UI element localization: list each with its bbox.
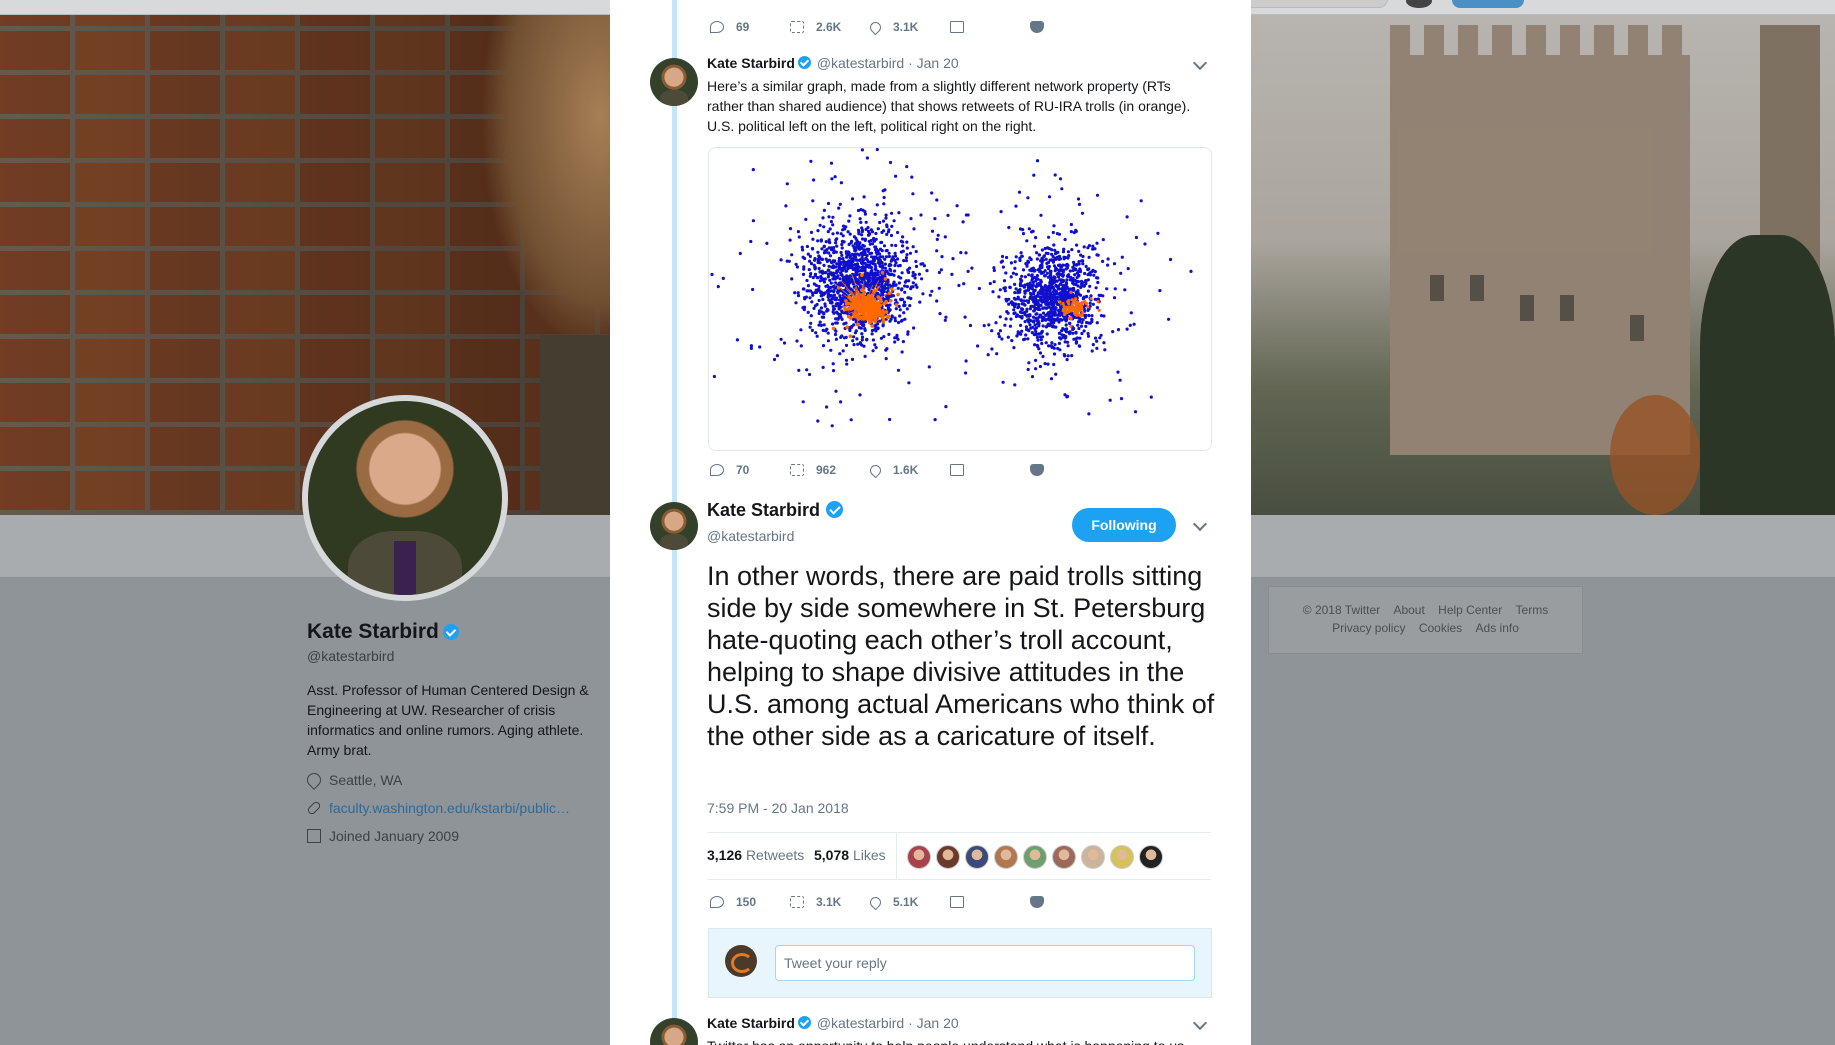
nav-avatar[interactable] <box>1406 0 1432 8</box>
dm-button[interactable] <box>950 464 1030 476</box>
network-graph-image <box>710 148 1193 428</box>
following-button[interactable]: Following <box>1072 508 1176 542</box>
liker-avatar[interactable] <box>1139 845 1163 869</box>
footer-ads-link[interactable]: Ads info <box>1476 621 1519 635</box>
retweet-icon <box>790 896 804 908</box>
tweet-stats: 3,126 Retweets 5,078 Likes <box>707 832 1211 880</box>
verified-icon <box>826 501 844 518</box>
search-box[interactable] <box>1230 0 1388 8</box>
tweet-text: Here’s a similar graph, made from a slig… <box>707 78 1191 134</box>
caret-icon[interactable] <box>1192 1015 1208 1031</box>
tweet-author-handle[interactable]: @katestarbird <box>817 55 904 71</box>
like-button[interactable]: 5.1K <box>867 894 950 910</box>
footer-links: © 2018 Twitter About Help Center Terms P… <box>1268 586 1583 654</box>
main-tweet-timestamp[interactable]: 7:59 PM - 20 Jan 2018 <box>707 800 849 816</box>
liker-avatars <box>907 845 1168 869</box>
caret-icon[interactable] <box>1192 516 1208 532</box>
retweet-button[interactable]: 962 <box>790 463 870 477</box>
like-icon <box>867 894 884 910</box>
footer-privacy-link[interactable]: Privacy policy <box>1332 621 1405 635</box>
tweet-header: Kate Starbird @katestarbird · Jan 20 <box>707 1015 959 1031</box>
reply-icon <box>710 21 724 33</box>
tweet-text: Twitter has an opportunity to help peopl… <box>707 1036 1207 1045</box>
tweet-actions: 70 962 1.6K <box>710 462 1110 478</box>
dm-icon <box>950 896 964 908</box>
pocket-icon <box>1030 21 1044 33</box>
reply-button[interactable]: 69 <box>710 20 790 34</box>
retweet-button[interactable]: 2.6K <box>790 20 870 34</box>
retweet-button[interactable]: 3.1K <box>790 895 870 909</box>
tweet-date[interactable]: · Jan 20 <box>908 1015 959 1031</box>
profile-bio: Asst. Professor of Human Centered Design… <box>307 682 589 758</box>
liker-avatar[interactable] <box>965 845 989 869</box>
main-tweet-actions: 150 3.1K 5.1K <box>710 894 1110 910</box>
like-count[interactable]: 5,078 Likes <box>814 847 886 863</box>
main-tweet-avatar[interactable] <box>650 502 698 550</box>
footer-help-link[interactable]: Help Center <box>1438 603 1502 617</box>
reply-icon <box>710 896 724 908</box>
like-button[interactable]: 1.6K <box>867 462 950 478</box>
tweet-modal: 69 2.6K 3.1K Kate Starbird @katestarbird… <box>610 0 1251 1045</box>
dm-icon <box>950 464 964 476</box>
profile-joined: Joined January 2009 <box>307 828 459 844</box>
verified-icon <box>442 624 459 641</box>
like-button[interactable]: 3.1K <box>867 19 950 35</box>
profile-website[interactable]: faculty.washington.edu/kstarbi/public… <box>306 800 570 816</box>
reply-input[interactable] <box>775 945 1195 981</box>
footer-copyright: © 2018 Twitter <box>1302 603 1381 617</box>
liker-avatar[interactable] <box>936 845 960 869</box>
pocket-button[interactable] <box>1030 21 1110 33</box>
profile-location: Seattle, WA <box>304 770 402 790</box>
dm-button[interactable] <box>950 896 1030 908</box>
tweet-author-name[interactable]: Kate Starbird <box>707 55 795 71</box>
footer-terms-link[interactable]: Terms <box>1516 603 1549 617</box>
reply-button[interactable]: 70 <box>710 463 790 477</box>
retweet-count[interactable]: 3,126 Retweets <box>707 847 804 863</box>
reply-icon <box>710 464 724 476</box>
retweet-icon <box>790 464 804 476</box>
liker-avatar[interactable] <box>1110 845 1134 869</box>
prev-tweet-actions: 69 2.6K 3.1K <box>710 19 1110 35</box>
dm-button[interactable] <box>950 21 1030 33</box>
footer-cookies-link[interactable]: Cookies <box>1419 621 1462 635</box>
pocket-icon <box>1030 896 1044 908</box>
calendar-icon <box>307 829 321 843</box>
liker-avatar[interactable] <box>1081 845 1105 869</box>
location-icon <box>304 770 324 790</box>
tweet-date[interactable]: · Jan 20 <box>908 55 959 71</box>
profile-avatar[interactable] <box>302 395 508 601</box>
main-tweet-author-name[interactable]: Kate Starbird <box>707 500 844 521</box>
like-icon <box>867 19 884 35</box>
user-avatar <box>725 945 757 977</box>
main-tweet-text: In other words, there are paid trolls si… <box>707 561 1215 751</box>
reply-button[interactable]: 150 <box>710 895 790 909</box>
liker-avatar[interactable] <box>1023 845 1047 869</box>
liker-avatar[interactable] <box>994 845 1018 869</box>
tweet-button[interactable] <box>1452 0 1524 8</box>
tweet-header: Kate Starbird @katestarbird · Jan 20 <box>707 55 959 71</box>
profile-handle[interactable]: @katestarbird <box>307 648 394 664</box>
pocket-icon <box>1030 464 1044 476</box>
footer-about-link[interactable]: About <box>1393 603 1424 617</box>
tweet-author-name[interactable]: Kate Starbird <box>707 1015 795 1031</box>
main-tweet-author-handle[interactable]: @katestarbird <box>707 528 794 544</box>
reply-composer <box>708 928 1212 998</box>
tweet-media-network-graph[interactable] <box>708 147 1212 451</box>
pocket-button[interactable] <box>1030 464 1110 476</box>
profile-name[interactable]: Kate Starbird <box>307 620 459 644</box>
tweet-avatar[interactable] <box>650 1018 698 1045</box>
liker-avatar[interactable] <box>907 845 931 869</box>
dm-icon <box>950 21 964 33</box>
pocket-button[interactable] <box>1030 896 1110 908</box>
liker-avatar[interactable] <box>1052 845 1076 869</box>
verified-icon <box>797 1016 811 1029</box>
tweet-avatar[interactable] <box>650 58 698 106</box>
link-icon <box>306 800 322 816</box>
caret-icon[interactable] <box>1192 55 1208 71</box>
retweet-icon <box>790 21 804 33</box>
verified-icon <box>797 56 811 69</box>
like-icon <box>867 462 884 478</box>
tweet-author-handle[interactable]: @katestarbird <box>817 1015 904 1031</box>
